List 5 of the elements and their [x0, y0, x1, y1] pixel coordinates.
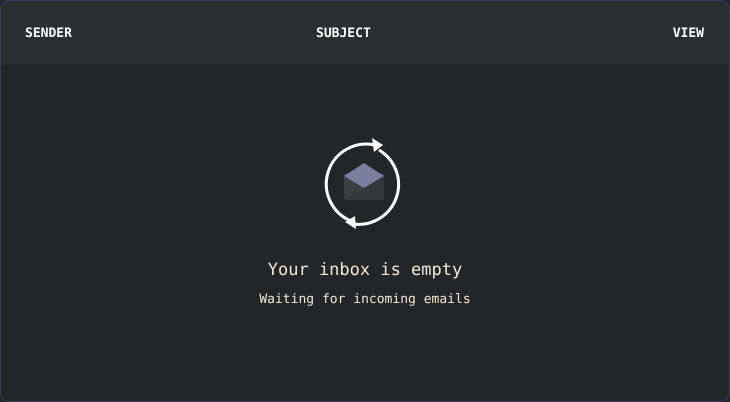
- column-header: VIEW: [672, 26, 704, 40]
- empty-title: Your inbox is empty: [268, 260, 462, 280]
- column-header: SENDER: [25, 26, 73, 40]
- empty-subtitle: Waiting for incoming emails: [259, 292, 471, 307]
- column-header: SUBJECT: [316, 26, 372, 40]
